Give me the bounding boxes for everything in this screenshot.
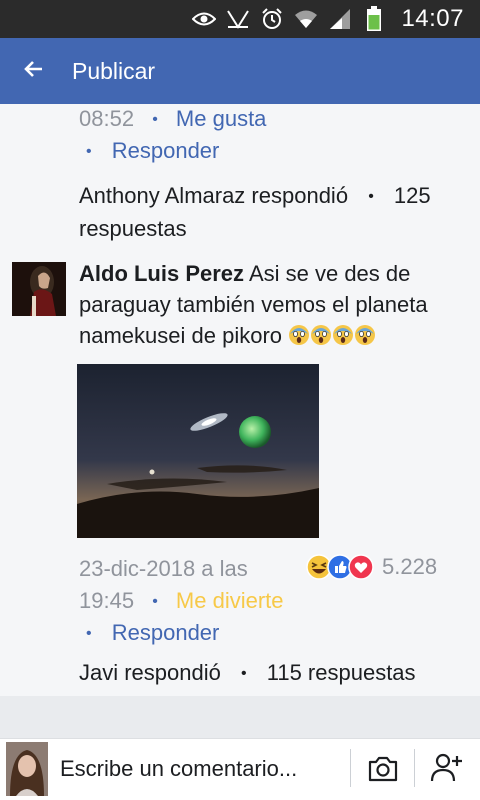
clock: 14:07 [401,5,464,32]
emoji-group [282,323,376,348]
status-bar: 14:07 [0,0,480,38]
reply-link[interactable]: Responder [112,620,220,645]
section-divider [0,696,480,738]
comment-actions: • Responder [86,620,219,646]
reactions-summary[interactable]: 5.228 [306,554,437,580]
camera-button[interactable] [366,753,400,785]
wifi-icon [293,7,319,31]
replies-count: 125 [393,183,431,208]
replies-count-unit: respuestas [79,216,187,242]
like-link[interactable]: Me gusta [176,106,267,131]
battery-icon [361,6,387,31]
reaction-count: 5.228 [382,554,438,579]
reaction-link[interactable]: Me divierte [176,588,284,613]
prev-replies-link[interactable]: Anthony Almaraz respondió • 125 respuest… [79,180,469,245]
eye-icon [191,7,217,31]
replies-link[interactable]: Javi respondió • 115 respuestas [79,660,416,686]
replies-author: Javi respondió [79,660,221,685]
separator-dot: • [152,593,158,611]
replies-author: Anthony Almaraz respondió [79,183,349,208]
comment-composer: Escribe un comentario... [0,738,480,800]
comment-timestamp: 23-dic-2018 a las [79,556,248,581]
prev-comment-timestamp: 08:52 [79,106,135,131]
add-person-icon [430,753,464,789]
divider [414,749,415,787]
reply-link[interactable]: Responder [112,138,220,163]
comment-author[interactable]: Aldo Luis Perez [79,261,244,286]
comment-photo[interactable] [77,364,319,538]
nfc-icon [225,7,251,31]
separator-dot: • [86,143,92,161]
comment-body: Aldo Luis Perez Asi se ve des de paragua… [79,258,469,354]
separator-dot: • [152,111,158,129]
separator-dot: • [241,665,247,683]
comments-list[interactable]: 08:52 • Me gusta • Responder Anthony Alm… [0,104,480,696]
scream-emoji-icon [288,323,310,354]
avatar[interactable] [12,262,66,316]
scream-emoji-icon [354,323,376,354]
back-button[interactable] [4,38,64,104]
comment-input[interactable]: Escribe un comentario... [60,756,297,782]
prev-comment-meta: 08:52 • Me gusta [79,106,266,132]
page-title: Publicar [72,57,156,84]
separator-dot: • [86,625,92,643]
replies-count: 115 respuestas [266,660,416,685]
separator-dot: • [368,188,374,206]
add-person-button[interactable] [430,751,464,785]
app-bar: Publicar [0,38,480,104]
prev-comment-actions: • Responder [86,138,219,164]
love-icon [348,554,374,580]
camera-icon [366,756,400,789]
scream-emoji-icon [332,323,354,354]
signal-icon [327,7,353,31]
scream-emoji-icon [310,323,332,354]
comment-time: 19:45 [79,588,135,613]
user-avatar [6,742,48,796]
alarm-icon [259,7,285,31]
comment-meta: 19:45 • Me divierte [79,588,284,614]
divider [350,749,351,787]
arrow-left-icon [24,60,44,83]
